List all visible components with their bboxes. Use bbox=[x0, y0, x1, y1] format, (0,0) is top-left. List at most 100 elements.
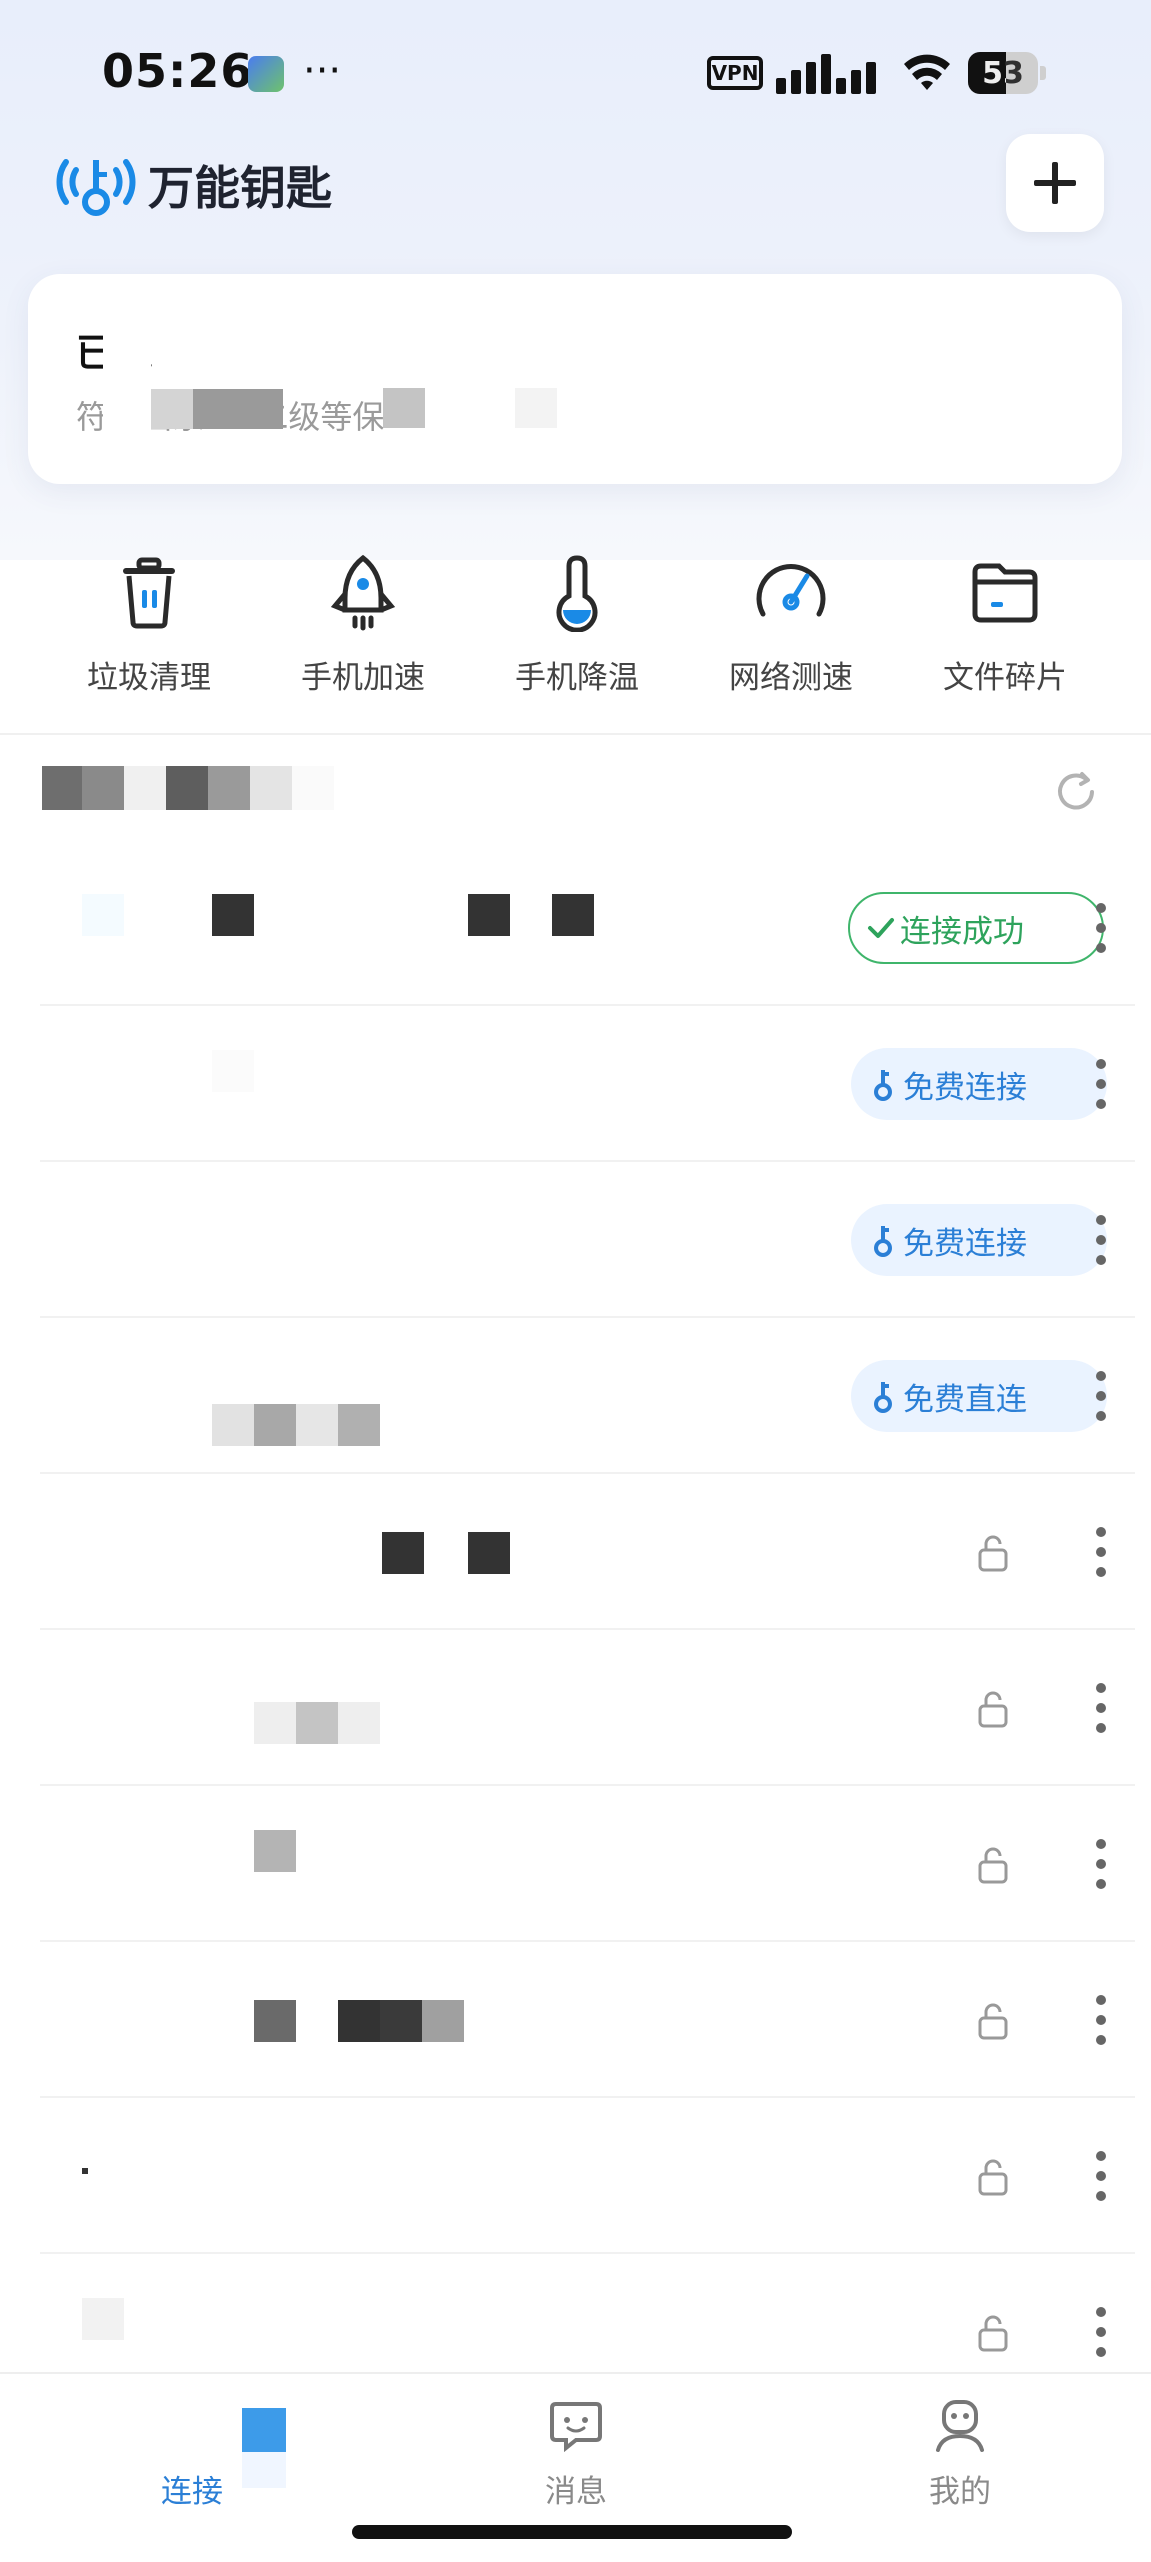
connection-status-card[interactable]: 已连 符合国家 … 二级等保 bbox=[28, 274, 1122, 484]
redaction-mosaic bbox=[380, 2000, 422, 2042]
redaction-mosaic bbox=[468, 1532, 510, 1574]
nav-label: 消息 bbox=[545, 2474, 607, 2510]
nav-tab-messages[interactable]: 消息 bbox=[476, 2374, 676, 2524]
battery-level: 53 bbox=[982, 55, 1024, 91]
more-vertical-icon[interactable] bbox=[1095, 1058, 1107, 1110]
redaction-mosaic bbox=[212, 894, 254, 936]
redaction-mosaic bbox=[212, 1404, 254, 1446]
redaction-mosaic bbox=[468, 894, 510, 936]
redaction-mosaic bbox=[82, 2168, 88, 2174]
speedometer-icon bbox=[756, 564, 826, 617]
battery-icon: 53 bbox=[968, 52, 1046, 94]
tool-phone-speedup[interactable]: 手机加速 bbox=[256, 530, 470, 730]
divider bbox=[0, 733, 1151, 735]
status-label: 免费连接 bbox=[903, 1225, 1027, 1262]
wifi-list-item[interactable]: 免费连接 bbox=[40, 1162, 1135, 1318]
nav-label: 我的 bbox=[929, 2474, 991, 2510]
plus-icon bbox=[1034, 162, 1076, 204]
profile-icon bbox=[936, 2400, 984, 2452]
more-vertical-icon[interactable] bbox=[1095, 1526, 1107, 1578]
redaction-mosaic bbox=[338, 1404, 380, 1446]
redaction-mosaic bbox=[212, 1050, 254, 1092]
lock-icon bbox=[978, 1535, 1008, 1572]
wifi-key-logo-icon bbox=[56, 159, 136, 216]
check-icon bbox=[868, 918, 894, 938]
free-connect-button[interactable]: 免费连接 bbox=[851, 1204, 1107, 1276]
wifi-list-item[interactable] bbox=[40, 1474, 1135, 1630]
more-vertical-icon[interactable] bbox=[1095, 1682, 1107, 1734]
vpn-icon: VPN bbox=[707, 56, 763, 90]
lock-icon bbox=[978, 1847, 1008, 1884]
add-button[interactable] bbox=[1006, 134, 1104, 232]
wifi-list-item[interactable]: 免费连接 bbox=[40, 1006, 1135, 1162]
tool-label: 手机降温 bbox=[515, 660, 639, 696]
tool-trash-cleanup[interactable]: 垃圾清理 bbox=[42, 530, 256, 730]
redaction-mosaic-2 bbox=[383, 374, 583, 434]
tool-label: 网络测速 bbox=[729, 660, 853, 696]
wifi-list-item[interactable] bbox=[40, 2254, 1135, 2372]
wifi-key-icon bbox=[164, 2396, 286, 2488]
tool-file-shredder[interactable]: 文件碎片 bbox=[898, 530, 1112, 730]
lock-icon bbox=[978, 2003, 1008, 2040]
nav-tab-profile[interactable]: 我的 bbox=[860, 2374, 1060, 2524]
redaction-mosaic bbox=[254, 1404, 296, 1446]
status-label: 免费直连 bbox=[903, 1381, 1027, 1418]
redaction-mosaic bbox=[82, 2298, 124, 2340]
notification-app-icon bbox=[248, 56, 284, 92]
tool-network-speedtest[interactable]: 网络测速 bbox=[684, 530, 898, 730]
refresh-icon[interactable] bbox=[1052, 768, 1100, 816]
lock-icon bbox=[978, 1691, 1008, 1728]
key-icon bbox=[874, 1070, 892, 1101]
more-vertical-icon[interactable] bbox=[1095, 902, 1107, 954]
more-vertical-icon[interactable] bbox=[1095, 2150, 1107, 2202]
free-connect-button[interactable]: 免费连接 bbox=[851, 1048, 1107, 1120]
cellular-signal-icon bbox=[776, 54, 876, 94]
rocket-icon bbox=[330, 554, 396, 631]
more-vertical-icon[interactable] bbox=[1095, 1994, 1107, 2046]
nav-tab-connect[interactable]: 连接 bbox=[92, 2374, 292, 2524]
key-icon bbox=[874, 1226, 892, 1257]
wifi-list-item[interactable] bbox=[40, 1942, 1135, 2098]
wifi-status-icon bbox=[904, 54, 950, 90]
wifi-list-item[interactable]: 免费直连 bbox=[40, 1318, 1135, 1474]
tool-label: 手机加速 bbox=[301, 660, 425, 696]
wifi-list-item[interactable] bbox=[40, 1630, 1135, 1786]
status-label: 免费连接 bbox=[903, 1069, 1027, 1106]
message-icon bbox=[550, 2402, 602, 2452]
connected-status-badge[interactable]: 连接成功 bbox=[848, 892, 1104, 964]
folder-icon bbox=[972, 563, 1038, 623]
redaction-mosaic bbox=[82, 894, 124, 936]
redaction-mosaic bbox=[552, 894, 594, 936]
tool-phone-cooling[interactable]: 手机降温 bbox=[470, 530, 684, 730]
lock-icon bbox=[978, 2315, 1008, 2352]
free-direct-connect-button[interactable]: 免费直连 bbox=[851, 1360, 1107, 1432]
more-vertical-icon[interactable] bbox=[1095, 2306, 1107, 2358]
more-vertical-icon[interactable] bbox=[1095, 1214, 1107, 1266]
trash-icon bbox=[123, 557, 175, 629]
redaction-mosaic bbox=[296, 1702, 338, 1744]
nearby-wifi-header bbox=[0, 740, 1151, 850]
status-label: 连接成功 bbox=[900, 913, 1024, 950]
wifi-list-item[interactable] bbox=[40, 2098, 1135, 2254]
redaction-mosaic bbox=[422, 2000, 464, 2042]
home-indicator[interactable] bbox=[352, 2525, 792, 2539]
more-vertical-icon[interactable] bbox=[1095, 1370, 1107, 1422]
nav-label: 连接 bbox=[161, 2474, 223, 2510]
redaction-mosaic bbox=[338, 2000, 380, 2042]
redaction-mosaic bbox=[103, 284, 423, 434]
wifi-list-item[interactable]: 连接成功 bbox=[40, 850, 1135, 1006]
more-vertical-icon[interactable] bbox=[1095, 1838, 1107, 1890]
more-notifications-icon: ··· bbox=[303, 48, 342, 94]
redaction-mosaic bbox=[254, 2000, 296, 2042]
status-bar: 05:26 ··· VPN 53 bbox=[0, 0, 1151, 140]
redaction-mosaic bbox=[254, 1702, 296, 1744]
tool-label: 文件碎片 bbox=[943, 660, 1067, 696]
lock-icon bbox=[978, 2159, 1008, 2196]
tool-label: 垃圾清理 bbox=[87, 660, 211, 696]
app-title: 万能钥匙 bbox=[148, 161, 332, 215]
wifi-list-item[interactable] bbox=[40, 1786, 1135, 1942]
redaction-mosaic bbox=[42, 766, 342, 810]
thermometer-icon bbox=[556, 555, 598, 632]
redaction-mosaic bbox=[296, 1404, 338, 1446]
redaction-mosaic bbox=[338, 1702, 380, 1744]
